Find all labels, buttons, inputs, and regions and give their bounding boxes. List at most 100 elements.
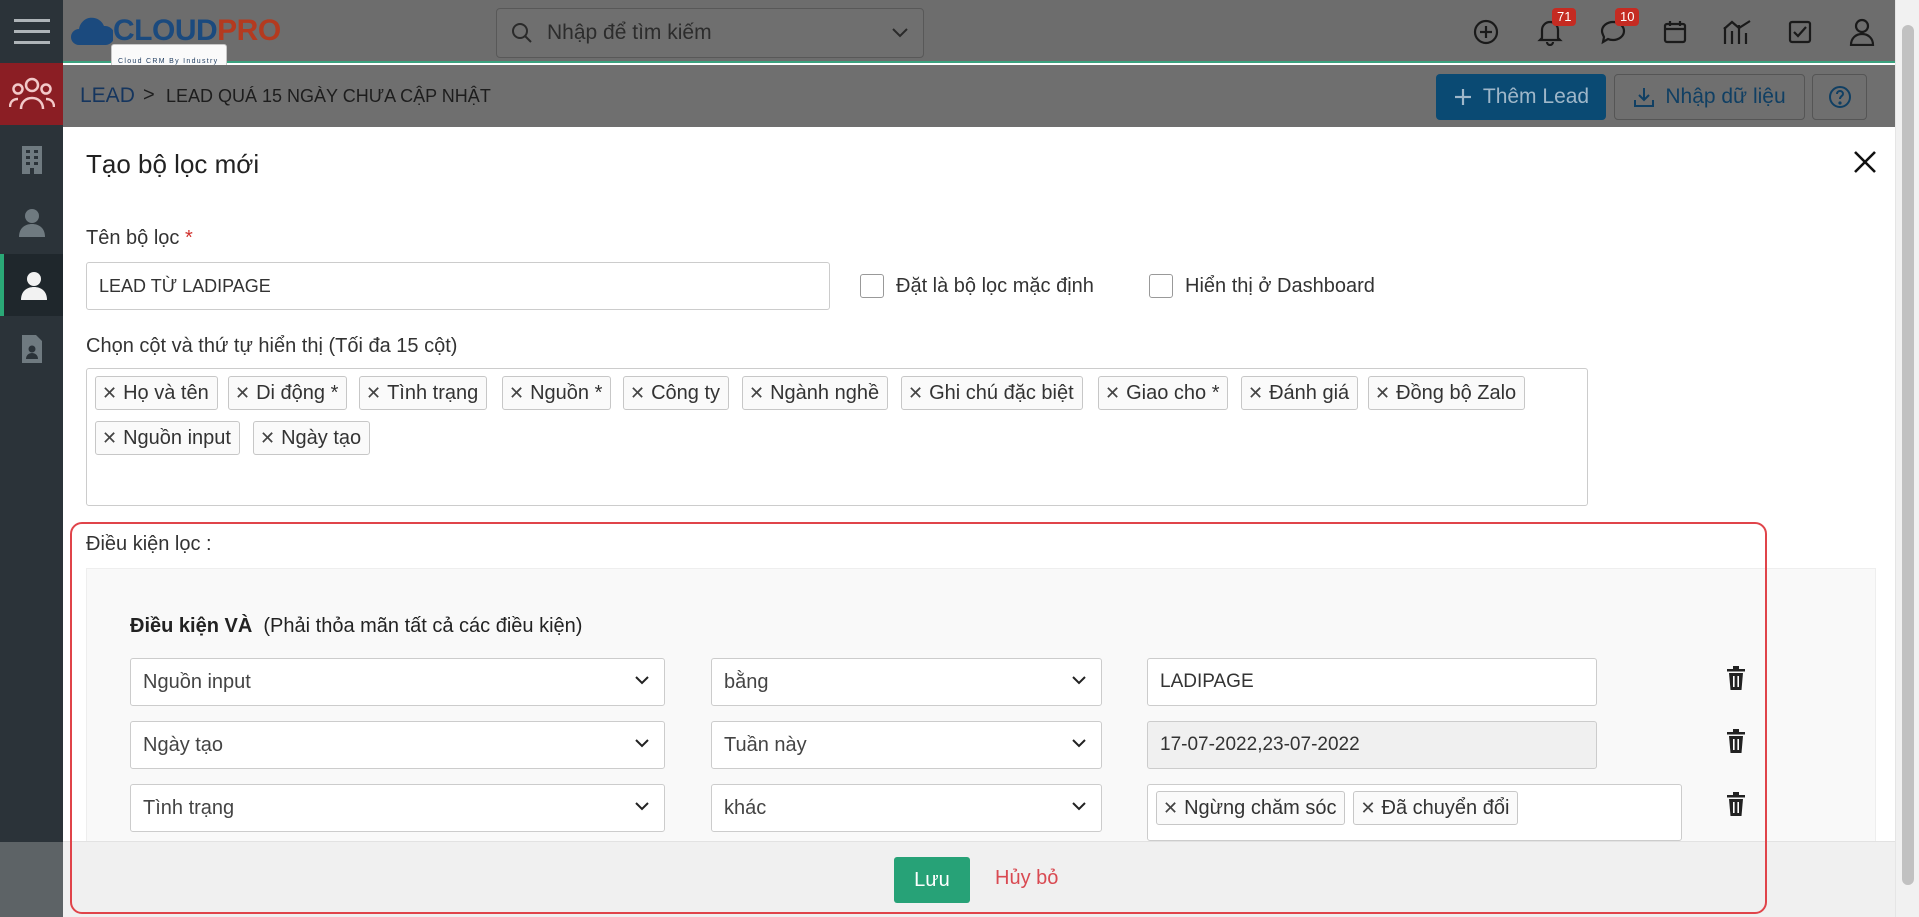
messages-badge: 10 — [1615, 8, 1640, 26]
user-icon — [20, 272, 47, 300]
cancel-button[interactable]: Hủy bỏ — [995, 867, 1058, 890]
remove-tag-icon[interactable]: ✕ — [102, 383, 117, 404]
chevron-down-icon — [635, 739, 649, 748]
quick-create-button[interactable] — [1466, 0, 1506, 63]
condition-field-select[interactable]: Nguồn input — [130, 658, 665, 706]
chevron-down-icon — [1072, 739, 1086, 748]
status-tag: ✕ Ngừng chăm sóc — [1156, 791, 1346, 825]
remove-tag-icon[interactable]: ✕ — [630, 383, 645, 404]
show-dashboard-checkbox[interactable] — [1149, 274, 1173, 298]
column-tag: ✕ Ngày tạo — [253, 421, 371, 455]
breadcrumb-module-link[interactable]: LEAD — [80, 84, 135, 108]
condition-operator-select[interactable]: bằng — [711, 658, 1102, 706]
breadcrumb-bar: LEAD > LEAD QUÁ 15 NGÀY CHƯA CẬP NHẬT Th… — [63, 65, 1895, 127]
required-mark: * — [184, 227, 193, 249]
messages-button[interactable]: 10 — [1593, 0, 1640, 63]
remove-tag-icon[interactable]: ✕ — [1360, 798, 1375, 819]
remove-tag-icon[interactable]: ✕ — [1248, 383, 1263, 404]
column-tag: ✕ Công ty — [623, 376, 730, 410]
columns-label: Chọn cột và thứ tự hiển thị (Tối đa 15 c… — [86, 335, 458, 357]
status-tag: ✕ Đã chuyển đổi — [1353, 791, 1519, 825]
trash-icon[interactable] — [1725, 665, 1747, 691]
remove-tag-icon[interactable]: ✕ — [908, 383, 923, 404]
breadcrumb-separator: > — [143, 84, 155, 106]
sidebar-item-documents[interactable] — [0, 318, 63, 380]
help-button[interactable] — [1812, 74, 1867, 120]
conditions-label: Điều kiện lọc : — [86, 533, 212, 555]
column-tag: ✕ Ngành nghề — [742, 376, 889, 410]
create-filter-modal: Tạo bộ lọc mới Tên bộ lọc * LEAD TỪ LADI… — [63, 127, 1895, 917]
logo-text-cloud: CLOUD — [113, 14, 218, 47]
show-dashboard-label[interactable]: Hiển thị ở Dashboard — [1185, 275, 1375, 298]
condition-operator-select[interactable]: Tuần này — [711, 721, 1102, 769]
page-scrollbar-thumb[interactable] — [1902, 25, 1914, 885]
remove-tag-icon[interactable]: ✕ — [1105, 383, 1120, 404]
calendar-button[interactable] — [1655, 0, 1695, 63]
notifications-button[interactable]: 71 — [1530, 0, 1577, 63]
user-profile-icon — [1849, 18, 1875, 46]
chevron-down-icon — [1072, 676, 1086, 685]
import-data-button[interactable]: Nhập dữ liệu — [1614, 74, 1805, 120]
save-button[interactable]: Lưu — [894, 857, 970, 903]
and-condition-title: Điều kiện VÀ (Phải thỏa mãn tất cả các đ… — [130, 615, 583, 637]
condition-date-range: 17-07-2022,23-07-2022 — [1147, 721, 1597, 769]
condition-status-multiselect[interactable]: ✕ Ngừng chăm sóc ✕ Đã chuyển đổi — [1147, 784, 1682, 841]
users-group-icon — [8, 77, 55, 110]
filter-name-input[interactable]: LEAD TỪ LADIPAGE — [86, 262, 830, 310]
remove-tag-icon[interactable]: ✕ — [366, 383, 381, 404]
sidebar-item-leads[interactable] — [0, 254, 63, 316]
add-lead-button[interactable]: Thêm Lead — [1436, 74, 1606, 120]
notifications-badge: 71 — [1552, 8, 1577, 26]
trash-icon[interactable] — [1725, 791, 1747, 817]
profile-button[interactable] — [1842, 0, 1882, 63]
column-tag: ✕ Nguồn * — [502, 376, 612, 410]
add-lead-label: Thêm Lead — [1482, 85, 1590, 108]
left-sidebar — [0, 0, 63, 917]
remove-tag-icon[interactable]: ✕ — [1375, 383, 1390, 404]
help-icon — [1828, 86, 1851, 108]
column-tag: ✕ Họ và tên — [95, 376, 218, 410]
remove-tag-icon[interactable]: ✕ — [102, 428, 117, 449]
remove-tag-icon[interactable]: ✕ — [235, 383, 250, 404]
modal-title: Tạo bộ lọc mới — [86, 149, 260, 179]
close-icon[interactable] — [1850, 147, 1880, 177]
top-bar: CLOUDPRO Cloud CRM By Industry Nhập để t… — [63, 0, 1895, 78]
search-icon — [512, 23, 532, 43]
sidebar-item-contacts[interactable] — [0, 191, 63, 253]
tasks-button[interactable] — [1780, 0, 1820, 63]
column-tag: ✕ Di động * — [228, 376, 348, 410]
filter-name-label: Tên bộ lọc * — [86, 227, 193, 249]
column-tag: ✕ Giao cho * — [1098, 376, 1229, 410]
sidebar-item-customers[interactable] — [0, 63, 63, 125]
global-search[interactable]: Nhập để tìm kiếm — [496, 8, 924, 58]
plus-circle-icon — [1473, 19, 1499, 44]
condition-operator-select[interactable]: khác — [711, 784, 1102, 832]
cloudpro-logo[interactable]: CLOUDPRO Cloud CRM By Industry — [71, 6, 281, 78]
remove-tag-icon[interactable]: ✕ — [1163, 798, 1178, 819]
remove-tag-icon[interactable]: ✕ — [509, 383, 524, 404]
set-default-checkbox[interactable] — [860, 274, 884, 298]
condition-value-input[interactable]: LADIPAGE — [1147, 658, 1597, 706]
page-scrollbar[interactable] — [1895, 0, 1919, 917]
menu-toggle-button[interactable] — [0, 0, 63, 63]
columns-multiselect[interactable]: ✕ Họ và tên ✕ Di động * ✕ Tình trạng ✕ Nguồn… — [86, 368, 1588, 506]
column-tag: ✕ Nguồn input — [95, 421, 240, 455]
chevron-down-icon — [635, 802, 649, 811]
logo-text-pro: PRO — [217, 14, 281, 47]
column-tag: ✕ Ghi chú đặc biệt — [901, 376, 1083, 410]
condition-field-select[interactable]: Ngày tạo — [130, 721, 665, 769]
condition-field-select[interactable]: Tình trạng — [130, 784, 665, 832]
search-placeholder: Nhập để tìm kiếm — [547, 21, 712, 44]
chevron-down-icon — [1072, 802, 1086, 811]
column-tag: ✕ Đánh giá — [1241, 376, 1359, 410]
chevron-down-icon[interactable] — [891, 27, 909, 39]
sidebar-item-organizations[interactable] — [0, 129, 63, 191]
set-default-label[interactable]: Đặt là bộ lọc mặc định — [896, 275, 1094, 298]
trash-icon[interactable] — [1725, 728, 1747, 754]
column-tag: ✕ Đồng bộ Zalo — [1368, 376, 1526, 410]
column-tag: ✕ Tình trạng — [359, 376, 488, 410]
reports-button[interactable] — [1717, 0, 1757, 63]
remove-tag-icon[interactable]: ✕ — [260, 428, 275, 449]
breadcrumb-current: LEAD QUÁ 15 NGÀY CHƯA CẬP NHẬT — [166, 86, 491, 106]
remove-tag-icon[interactable]: ✕ — [749, 383, 764, 404]
